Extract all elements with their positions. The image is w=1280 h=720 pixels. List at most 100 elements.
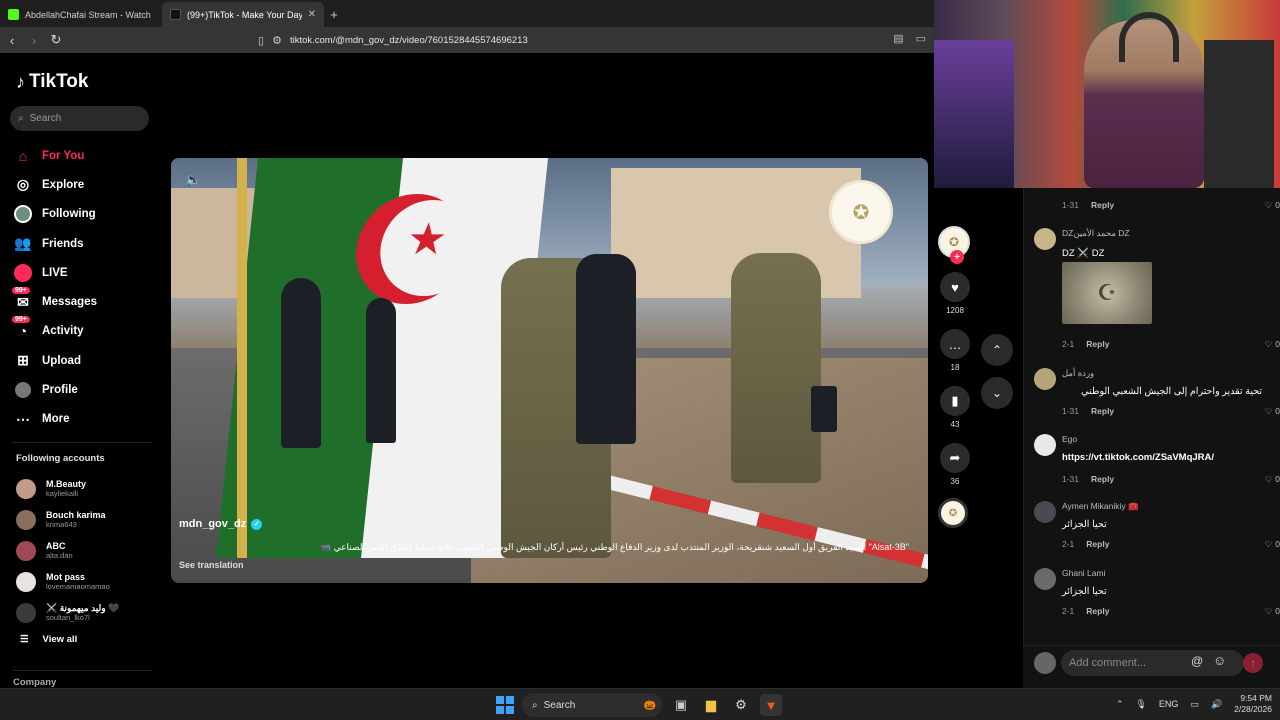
comment-text: تحيا الجزائر xyxy=(1062,519,1107,530)
avatar[interactable] xyxy=(1034,501,1056,523)
account-item[interactable]: ⚔️ وليد ميهمونة 🖤 soultan_lko7l xyxy=(16,597,156,628)
like-action[interactable]: ♥ 1208 xyxy=(938,272,972,315)
send-icon[interactable]: ↑ xyxy=(1243,653,1263,673)
comment-like[interactable]: ♡ 0 xyxy=(1265,474,1280,485)
nav-friends[interactable]: 👥 Friends xyxy=(14,229,154,258)
task-view-icon[interactable]: ▣ xyxy=(670,694,692,716)
brave-browser-icon[interactable]: ▼ xyxy=(760,694,782,716)
chevron-up-icon[interactable]: ⌃ xyxy=(981,334,1013,366)
url-field[interactable]: ▯ ⚙ tiktok.com/@mdn_gov_dz/video/7601528… xyxy=(258,31,858,49)
tab-title: AbdellahChafai Stream - Watch Live... xyxy=(25,9,154,20)
bookmark-icon[interactable]: ▯ xyxy=(258,34,264,47)
reload-icon[interactable]: ↻ xyxy=(46,30,66,50)
nav-upload[interactable]: ⊞ Upload xyxy=(14,346,154,375)
account-handle: krima643 xyxy=(46,520,77,529)
chevron-up-icon[interactable]: ⌃ xyxy=(1116,699,1124,710)
browser-tab-bar: AbdellahChafai Stream - Watch Live... (9… xyxy=(0,0,934,27)
comment-author[interactable]: DZمحمد الأمين DZ xyxy=(1062,228,1130,239)
comment-like[interactable]: ♡ 0 xyxy=(1265,606,1280,617)
nav-for-you[interactable]: ⌂ For You xyxy=(14,141,154,170)
search-icon: ⌕ xyxy=(18,113,24,124)
home-icon: ⌂ xyxy=(18,147,28,164)
network-icon[interactable]: ▭ xyxy=(1190,699,1199,710)
nav-profile[interactable]: Profile xyxy=(14,375,154,404)
nav-live[interactable]: LIVE xyxy=(14,258,154,287)
taskbar-search[interactable]: ⌕ Search 🎃 xyxy=(522,693,662,717)
nav-label: Messages xyxy=(42,296,97,309)
account-item[interactable]: Bouch karima krima643 xyxy=(16,504,156,535)
video-player[interactable]: ★ ✪ 🔈 mdn_gov_dz ✓ "Alsat-3B" السيد الفر… xyxy=(171,158,928,583)
reply-button[interactable]: Reply xyxy=(1086,339,1109,349)
account-item[interactable]: M.Beauty kayliekalli xyxy=(16,473,156,504)
avatar xyxy=(16,571,36,592)
comment-like[interactable]: ♡ 0 xyxy=(1265,200,1280,211)
browser-tab-kick[interactable]: AbdellahChafai Stream - Watch Live... xyxy=(0,2,162,27)
avatar[interactable] xyxy=(1034,368,1056,390)
clock[interactable]: 9:54 PM 2/28/2026 xyxy=(1234,693,1272,715)
forward-icon[interactable]: › xyxy=(24,30,44,50)
volume-icon[interactable]: 🔈 xyxy=(185,172,201,188)
comment-author[interactable]: Ghani Lami xyxy=(1062,568,1105,578)
avatar[interactable] xyxy=(1034,434,1056,456)
tiktok-logo[interactable]: ♪ TikTok xyxy=(16,71,88,93)
account-item[interactable]: Mot pass lovemamaomamao xyxy=(16,566,156,597)
account-handle: soultan_lko7l xyxy=(46,613,90,622)
reply-button[interactable]: Reply xyxy=(1091,474,1114,484)
nav-messages[interactable]: ✉ 99+ Messages xyxy=(12,287,154,316)
system-tray: ⌃ 🎙 ENG ▭ 🔊 9:54 PM 2/28/2026 xyxy=(1116,693,1272,715)
comment-author[interactable]: وردة أمل xyxy=(1062,368,1094,379)
reply-button[interactable]: Reply xyxy=(1086,539,1109,549)
nav-more[interactable]: ⋯ More xyxy=(14,405,154,434)
nav-activity[interactable]: ◔ 99+ Activity xyxy=(12,316,154,346)
nav-following[interactable]: Following xyxy=(14,200,154,229)
file-explorer-icon[interactable]: ▆ xyxy=(700,694,722,716)
video-author[interactable]: mdn_gov_dz ✓ xyxy=(179,518,263,530)
search-input[interactable]: ⌕ Search xyxy=(10,106,149,131)
new-tab-icon[interactable]: + xyxy=(324,2,344,27)
back-icon[interactable]: ‹ xyxy=(2,30,22,50)
mention-icon[interactable]: @ xyxy=(1191,654,1203,668)
music-disc-icon[interactable]: ✪ xyxy=(938,498,968,528)
browser-tab-tiktok[interactable]: (99+)TikTok - Make Your Day ✕ xyxy=(162,2,324,27)
comment-link[interactable]: https://vt.tiktok.com/ZSaVMqJRA/ xyxy=(1062,452,1214,463)
microphone-icon[interactable]: 🎙 xyxy=(1135,699,1146,710)
company-link[interactable]: Company xyxy=(13,677,56,688)
reader-icon[interactable]: ▤ xyxy=(893,32,903,45)
nav-explore[interactable]: ◎ Explore xyxy=(14,170,154,199)
share-action[interactable]: ➦ 36 xyxy=(938,443,972,486)
comment-author[interactable]: Ego xyxy=(1062,434,1077,444)
steam-icon[interactable]: ⚙ xyxy=(730,694,752,716)
view-all-link[interactable]: ☰ View all xyxy=(20,634,77,645)
reply-button[interactable]: Reply xyxy=(1086,606,1109,616)
cast-icon[interactable]: ▭ xyxy=(916,32,926,45)
avatar[interactable] xyxy=(1034,228,1056,250)
tiktok-favicon-icon xyxy=(170,9,181,20)
account-handle: lovemamaomamao xyxy=(46,582,110,591)
language-indicator[interactable]: ENG xyxy=(1159,699,1179,709)
emoji-icon[interactable]: ☺ xyxy=(1213,653,1226,668)
nav-label: For You xyxy=(42,149,85,162)
comment-date: 1-31 xyxy=(1062,406,1080,416)
follow-plus-icon[interactable]: + xyxy=(950,250,964,264)
share-count: 36 xyxy=(950,477,960,486)
creator-avatar[interactable]: ✪ + xyxy=(938,226,970,264)
save-action[interactable]: ▮ 43 xyxy=(938,386,972,429)
video-civilian xyxy=(576,254,636,444)
heart-outline-icon: ♡ xyxy=(1264,406,1273,416)
see-translation-link[interactable]: See translation xyxy=(179,560,244,570)
comment-like[interactable]: ♡ 0 xyxy=(1265,339,1280,350)
reply-button[interactable]: Reply xyxy=(1091,200,1114,210)
comment-like[interactable]: ♡ 0 xyxy=(1265,406,1280,417)
volume-icon[interactable]: 🔊 xyxy=(1211,699,1222,710)
comment-author[interactable]: Aymen Mikanikiy 🧰 xyxy=(1062,501,1139,512)
site-info-icon[interactable]: ⚙ xyxy=(272,34,282,47)
comment-like[interactable]: ♡ 0 xyxy=(1265,539,1280,550)
close-tab-icon[interactable]: ✕ xyxy=(308,9,316,20)
comment-like-count: 0 xyxy=(1275,606,1280,616)
windows-start-icon[interactable] xyxy=(496,696,514,714)
reply-button[interactable]: Reply xyxy=(1091,406,1114,416)
account-item[interactable]: ABC alta.dan xyxy=(16,535,156,566)
avatar[interactable] xyxy=(1034,568,1056,590)
comment-action[interactable]: … 18 xyxy=(938,329,972,372)
chevron-down-icon[interactable]: ⌄ xyxy=(981,377,1013,409)
